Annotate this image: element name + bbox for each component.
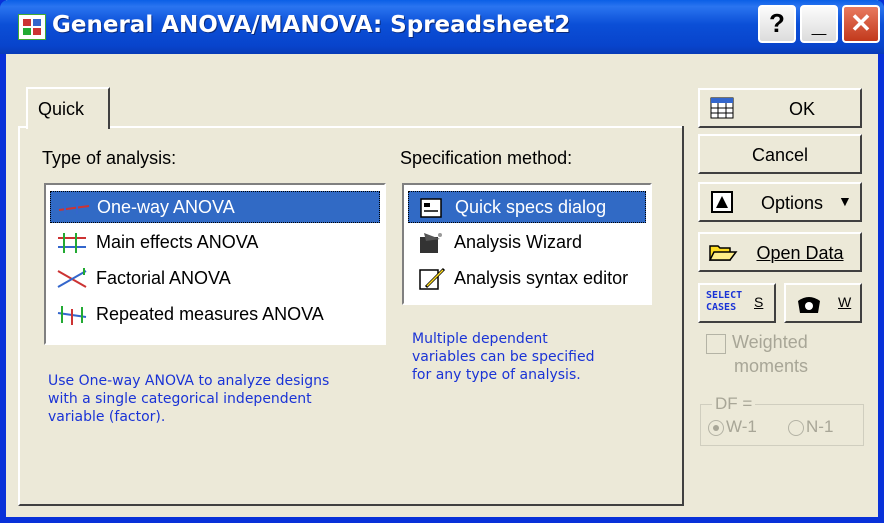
tab-quick-label: Quick xyxy=(38,99,85,119)
repeated-measures-icon xyxy=(57,306,87,325)
list-item-factorial-anova[interactable]: Factorial ANOVA xyxy=(50,263,380,295)
options-button[interactable]: Options ▼ xyxy=(698,182,862,222)
cancel-label: Cancel xyxy=(751,145,809,165)
wizard-icon xyxy=(420,233,442,253)
list-item-analysis-syntax-editor[interactable]: Analysis syntax editor xyxy=(408,263,646,295)
factorial-icon xyxy=(57,268,87,288)
select-cases-button[interactable]: SELECT CASES S xyxy=(698,283,776,323)
title-bar[interactable]: General ANOVA/MANOVA: Spreadsheet2 ? _ ✕ xyxy=(0,0,884,54)
note-line: for any type of analysis. xyxy=(412,367,581,383)
ok-button[interactable]: OK xyxy=(698,88,862,128)
df-w1-radio[interactable] xyxy=(708,420,724,436)
weight-button[interactable]: W xyxy=(784,283,862,323)
ok-label: OK xyxy=(788,99,815,119)
select-cases-line2: CASES xyxy=(706,302,737,313)
list-item-one-way-anova[interactable]: One-way ANOVA xyxy=(50,191,380,223)
minimize-button[interactable]: _ xyxy=(800,5,838,43)
chevron-down-icon: ▼ xyxy=(838,193,852,209)
tab-quick[interactable]: Quick xyxy=(26,87,110,129)
open-data-button[interactable]: Open Data xyxy=(698,232,862,272)
list-item-repeated-measures-anova[interactable]: Repeated measures ANOVA xyxy=(50,299,380,331)
cancel-button[interactable]: Cancel xyxy=(698,134,862,174)
type-of-analysis-list[interactable]: One-way ANOVA Main effects ANOVA Factori… xyxy=(44,183,386,345)
syntax-editor-icon xyxy=(419,267,446,290)
note-line: with a single categorical independent xyxy=(48,391,312,407)
type-of-analysis-note: Use One-way ANOVA to analyze designs wit… xyxy=(48,372,329,426)
weighted-moments-line1: Weighted xyxy=(732,332,808,352)
type-of-analysis-label: Type of analysis: xyxy=(42,148,177,168)
weighted-moments-line2: moments xyxy=(734,356,809,376)
note-line: variable (factor). xyxy=(48,409,166,425)
df-w1-label: W-1 xyxy=(726,417,757,436)
weight-icon xyxy=(798,297,820,313)
main-effects-icon xyxy=(58,233,86,253)
list-item-label: Analysis Wizard xyxy=(454,232,583,252)
quick-specs-icon xyxy=(420,198,442,218)
weighted-moments-checkbox[interactable] xyxy=(706,334,726,354)
list-item-analysis-wizard[interactable]: Analysis Wizard xyxy=(408,227,646,259)
df-n1-label: N-1 xyxy=(806,417,834,436)
note-line: Multiple dependent xyxy=(412,331,548,347)
list-item-label: Main effects ANOVA xyxy=(96,232,259,252)
specification-method-list[interactable]: Quick specs dialog Analysis Wizard Analy… xyxy=(402,183,652,305)
select-cases-line1: SELECT xyxy=(706,290,743,301)
specification-method-label: Specification method: xyxy=(400,148,573,168)
one-way-icon xyxy=(58,199,90,216)
list-item-quick-specs-dialog[interactable]: Quick specs dialog xyxy=(408,191,646,223)
specification-method-note: Multiple dependent variables can be spec… xyxy=(412,330,594,384)
df-label: DF = xyxy=(712,394,756,414)
select-cases-key: S xyxy=(754,294,764,310)
select-cases-icon: SELECT CASES xyxy=(706,290,742,314)
close-button[interactable]: ✕ xyxy=(842,5,880,43)
window-title: General ANOVA/MANOVA: Spreadsheet2 xyxy=(52,12,571,38)
list-item-label: Quick specs dialog xyxy=(455,197,607,217)
list-item-label: Repeated measures ANOVA xyxy=(96,304,324,324)
app-icon xyxy=(18,14,46,40)
list-item-label: Analysis syntax editor xyxy=(454,268,629,288)
list-item-label: One-way ANOVA xyxy=(97,197,235,217)
note-line: variables can be specified xyxy=(412,349,595,365)
weight-key: W xyxy=(838,294,852,310)
df-n1-radio[interactable] xyxy=(788,420,804,436)
help-button[interactable]: ? xyxy=(758,5,796,43)
list-item-label: Factorial ANOVA xyxy=(96,268,231,288)
note-line: Use One-way ANOVA to analyze designs xyxy=(48,373,330,389)
open-data-label: Open Data xyxy=(756,243,844,263)
list-item-main-effects-anova[interactable]: Main effects ANOVA xyxy=(50,227,380,259)
